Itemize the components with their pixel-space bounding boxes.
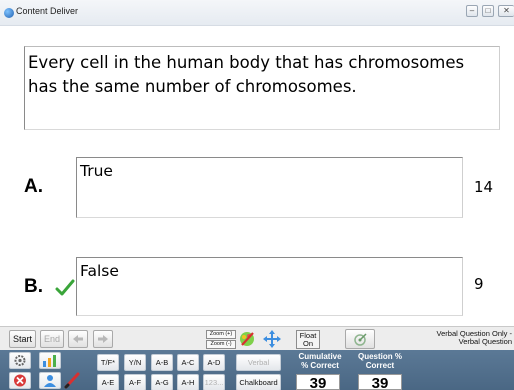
bar-chart-icon [43,355,56,367]
answer-b-count: 9 [474,275,484,293]
mode-ad-button[interactable]: A-D [203,354,225,371]
question-label-line1: Question % [357,352,402,361]
question-correct-label: Question % Correct [350,352,410,370]
answer-a-box[interactable]: True [76,157,463,218]
cumulative-label-line2: % Correct [301,361,339,370]
cumulative-correct-value: 39 [296,374,340,390]
end-button[interactable]: End [40,330,64,348]
answer-b-text: False [80,262,119,280]
close-button[interactable]: ✕ [498,5,514,17]
mode-ah-button[interactable]: A-H [177,374,199,390]
exit-button[interactable] [9,372,31,389]
color-tool-button[interactable] [238,329,258,349]
question-text: Every cell in the human body that has ch… [28,53,465,96]
user-icon [44,375,56,387]
mode-ag-button[interactable]: A-G [151,374,173,390]
title-bar: Content Deliver – □ ✕ [0,0,514,26]
cumulative-label-line1: Cumulative [298,352,342,361]
radar-icon [354,333,367,346]
window-title: Content Deliver [16,6,79,16]
answer-a-text: True [80,162,113,180]
question-box: Every cell in the human body that has ch… [24,46,500,130]
chart-button[interactable] [39,352,61,369]
mode-ab-button[interactable]: A-B [151,354,173,371]
question-label-line2: Correct [365,361,395,370]
gear-icon [14,355,26,366]
verbal-indicator-line2: Verbal Question [458,337,512,346]
maximize-button[interactable]: □ [482,5,494,17]
minimize-button[interactable]: – [466,5,478,17]
verbal-question-indicator: Verbal Question Only - Verbal Question [400,330,512,346]
answer-b-letter: B. [24,276,43,297]
verbal-button[interactable]: Verbal [236,354,281,371]
palette-pen-icon [240,332,254,346]
chalkboard-button[interactable]: Chalkboard [236,374,281,390]
next-arrow-button[interactable] [93,330,113,348]
mode-yn-button[interactable]: Y/N [124,354,146,371]
left-arrow-icon [73,335,83,343]
float-state-label: On [302,339,313,348]
correct-check-icon [55,279,75,296]
users-button[interactable] [39,372,61,389]
zoom-in-button[interactable]: Zoom (+) [206,330,236,339]
mode-af-button[interactable]: A-F [124,374,146,390]
zoom-out-button[interactable]: Zoom (-) [206,340,236,349]
question-correct-value: 39 [358,374,402,390]
answer-a-count: 14 [474,178,494,196]
move-button[interactable] [262,329,282,349]
toolbar-bottom: T/F* Y/N A-B A-C A-D A-E A-F A-G A-H 123… [0,350,514,390]
cumulative-correct-label: Cumulative % Correct [290,352,350,370]
mode-tf-button[interactable]: T/F* [97,354,119,371]
answer-b-box[interactable]: False [76,257,463,316]
right-arrow-icon [98,335,108,343]
mode-ae-button[interactable]: A-E [97,374,119,390]
start-button[interactable]: Start [9,330,36,348]
pen-button[interactable] [64,372,82,389]
toolbar-top: Start End Zoom (+) Zoom (-) Float On Ver… [0,326,514,350]
mode-numeric-button[interactable]: 123... [203,374,225,390]
close-circle-icon [14,374,26,387]
float-on-button[interactable]: Float On [296,330,320,349]
move-arrows-icon [263,330,281,348]
mode-ac-button[interactable]: A-C [177,354,199,371]
radar-button[interactable] [345,329,375,349]
previous-arrow-button[interactable] [68,330,88,348]
pen-icon [64,372,80,389]
app-icon [4,8,14,18]
answer-a-letter: A. [24,176,43,197]
settings-button[interactable] [9,352,31,369]
